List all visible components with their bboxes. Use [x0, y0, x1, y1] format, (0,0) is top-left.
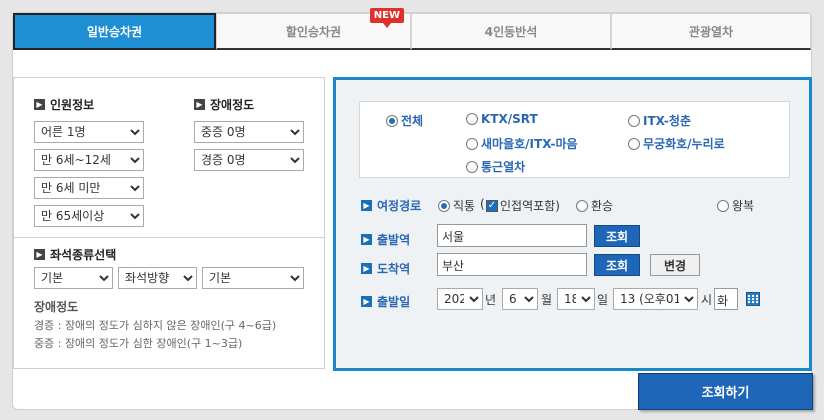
severe-disability-select[interactable]: 중증 0명 — [194, 121, 304, 143]
adjacent-station-checkbox[interactable]: ✓ 인접역포함) — [486, 197, 560, 214]
year-select[interactable]: 2024 — [437, 288, 483, 310]
tab-discount-ticket[interactable]: 할인승차권 NEW — [216, 8, 411, 50]
month-select[interactable]: 6 — [502, 288, 538, 310]
arrow-right-icon: ▶ — [361, 263, 372, 274]
arrow-right-icon: ▶ — [361, 296, 372, 307]
ticket-tabs: 일반승차권 할인승차권 NEW 4인동반석 관광열차 — [13, 8, 811, 50]
train-saemaeul-radio[interactable]: 새마을호/ITX-마음 — [466, 135, 578, 152]
route-label-text: 여정경로 — [377, 199, 422, 213]
route-transfer-label: 환승 — [591, 199, 614, 213]
train-itx-label: ITX-청춘 — [643, 114, 691, 128]
new-badge: NEW — [369, 8, 404, 28]
seat-direction-select[interactable]: 좌석방향 — [118, 267, 197, 289]
radio-icon — [466, 137, 478, 150]
day-unit: 일 — [597, 293, 609, 307]
radio-icon — [386, 114, 398, 127]
train-ktx-label: KTX/SRT — [481, 112, 538, 126]
arrow-right-icon: ▶ — [34, 99, 45, 110]
check-icon: ✓ — [486, 199, 498, 212]
route-label: ▶ 여정경로 — [361, 197, 421, 214]
seat-type-title: ▶ 좌석종류선택 — [34, 246, 116, 263]
arrival-label-text: 도착역 — [377, 262, 411, 276]
mild-disability-select[interactable]: 경증 0명 — [194, 149, 304, 171]
arrival-label: ▶ 도착역 — [361, 260, 410, 277]
search-button[interactable]: 조회하기 — [638, 373, 813, 410]
radio-icon — [576, 199, 588, 212]
tab-label: 관광열차 — [688, 24, 734, 39]
hour-select[interactable]: 13 (오후01) — [613, 288, 698, 310]
train-mugunghwa-label: 무궁화호/누리로 — [643, 137, 725, 151]
paren-open: ( — [480, 197, 485, 211]
radio-icon — [466, 113, 478, 125]
date-label-text: 출발일 — [377, 295, 411, 309]
route-transfer-radio[interactable]: 환승 — [576, 197, 613, 214]
tab-general-ticket[interactable]: 일반승차권 — [13, 13, 216, 50]
train-all-radio[interactable]: 전체 — [386, 112, 423, 129]
train-mugunghwa-radio[interactable]: 무궁화호/누리로 — [628, 135, 725, 152]
disability-note-severe: 중증 : 장애의 정도가 심한 장애인(구 1~3급) — [34, 337, 243, 350]
route-round-label: 왕복 — [732, 199, 755, 213]
arrow-right-icon: ▶ — [34, 249, 45, 260]
date-label: ▶ 출발일 — [361, 293, 410, 310]
passenger-info-title: ▶ 인원정보 — [34, 96, 94, 113]
train-saemaeul-label: 새마을호/ITX-마음 — [481, 137, 578, 151]
hour-unit: 시 — [701, 293, 713, 307]
disability-label: 장애정도 — [210, 98, 255, 112]
train-itx-cheongchun-radio[interactable]: ITX-청춘 — [628, 112, 691, 129]
adult-select[interactable]: 어른 1명 — [34, 121, 144, 143]
train-all-label: 전체 — [401, 114, 424, 128]
route-direct-label: 직통 — [453, 199, 476, 213]
departure-search-button[interactable]: 조회 — [594, 225, 640, 247]
paren-close: ) — [555, 198, 560, 213]
arrow-right-icon: ▶ — [361, 200, 372, 211]
disability-note-title: 장애정도 — [34, 300, 79, 314]
child-select[interactable]: 만 6세~12세 — [34, 149, 144, 171]
divider — [14, 237, 324, 238]
route-direct-radio[interactable]: 직통 — [438, 197, 475, 214]
passenger-panel: ▶ 인원정보 ▶ 장애정도 어른 1명 만 6세~12세 만 6세 미만 만 65세… — [13, 77, 325, 369]
seat-position-select[interactable]: 기본 — [202, 267, 304, 289]
year-unit: 년 — [485, 293, 497, 307]
month-unit: 월 — [541, 293, 553, 307]
train-ktx-radio[interactable]: KTX/SRT — [466, 112, 538, 126]
tab-label: 할인승차권 — [285, 24, 342, 39]
swap-station-button[interactable]: 변경 — [650, 254, 700, 276]
radio-icon — [438, 199, 450, 212]
seat-type-label: 좌석종류선택 — [50, 248, 117, 262]
tab-tourist-train[interactable]: 관광열차 — [611, 13, 811, 50]
route-round-radio[interactable]: 왕복 — [717, 197, 754, 214]
toddler-select[interactable]: 만 6세 미만 — [34, 177, 144, 199]
arrival-input[interactable]: 부산 — [437, 253, 587, 276]
radio-icon — [628, 137, 640, 150]
senior-select[interactable]: 만 65세이상 — [34, 205, 144, 227]
departure-label: ▶ 출발역 — [361, 231, 410, 248]
departure-label-text: 출발역 — [377, 233, 411, 247]
arrow-right-icon: ▶ — [361, 234, 372, 245]
arrival-search-button[interactable]: 조회 — [594, 254, 640, 276]
departure-input[interactable]: 서울 — [437, 224, 587, 247]
radio-icon — [717, 199, 729, 212]
tab-four-seat[interactable]: 4인동반석 — [411, 13, 611, 50]
train-commuter-radio[interactable]: 통근열차 — [466, 158, 525, 175]
tab-label: 4인동반석 — [484, 24, 538, 39]
route-panel: 전체 KTX/SRT ITX-청춘 새마을호/ITX-마음 무궁화호/누리로 통… — [333, 77, 812, 371]
radio-icon — [466, 160, 478, 173]
train-type-options: 전체 KTX/SRT ITX-청춘 새마을호/ITX-마음 무궁화호/누리로 통… — [359, 101, 790, 178]
arrow-right-icon: ▶ — [194, 99, 205, 110]
disability-note-mild: 경증 : 장애의 정도가 심하지 않은 장애인(구 4~6급) — [34, 319, 277, 332]
weekday-display: 화 — [714, 288, 738, 310]
tab-label: 일반승차권 — [86, 25, 143, 39]
radio-icon — [628, 114, 640, 127]
passenger-info-label: 인원정보 — [50, 98, 95, 112]
day-select[interactable]: 18 — [557, 288, 595, 310]
seat-class-select[interactable]: 기본 — [34, 267, 113, 289]
train-commuter-label: 통근열차 — [481, 160, 526, 174]
disability-title: ▶ 장애정도 — [194, 96, 254, 113]
calendar-icon[interactable] — [746, 292, 760, 306]
adjacent-label: 인접역포함 — [500, 199, 556, 213]
